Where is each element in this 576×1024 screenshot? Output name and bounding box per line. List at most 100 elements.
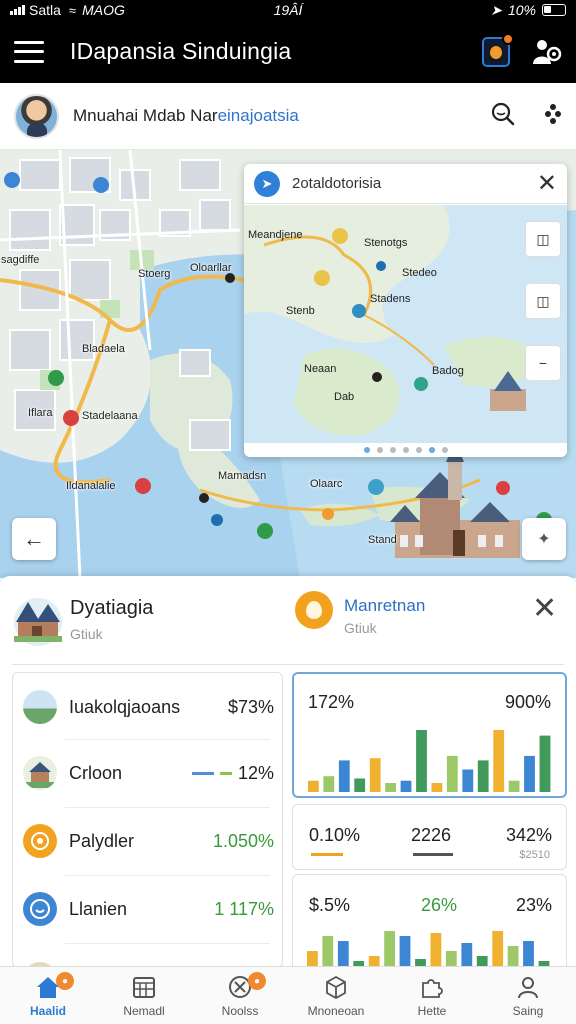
bar-chart — [307, 931, 550, 971]
stat-value: 342% — [505, 825, 552, 845]
more-options-icon[interactable] — [544, 103, 562, 130]
map-popup-header: ➤ 2otaldotorisia ✕ — [244, 164, 567, 204]
location-list: Iuakolqjaoans $73% Crloon 12% Palydler 1… — [12, 672, 283, 968]
pagination-dots[interactable] — [244, 447, 567, 453]
nav-label: Mnoneoan — [307, 1004, 365, 1018]
map-popup-card[interactable]: ➤ 2otaldotorisia ✕ Meandjene Stenotgs St… — [244, 164, 567, 457]
nav-badge: ● — [248, 972, 266, 990]
list-item[interactable]: Palydler 1.050% — [13, 807, 282, 875]
compass-icon: ➤ — [254, 170, 280, 197]
wallet-badge — [502, 32, 514, 45]
chart-bar — [431, 783, 443, 792]
minus-button[interactable]: − — [525, 345, 561, 381]
chart-bar — [354, 778, 366, 792]
page-dot[interactable] — [363, 447, 370, 453]
row-divider — [65, 943, 270, 944]
list-item-label: Palydler — [69, 830, 135, 851]
nav-label: Nemadl — [123, 1004, 165, 1018]
list-item-partial[interactable] — [13, 945, 282, 967]
page-dot[interactable] — [376, 447, 383, 453]
map-label: Ildanalalie — [66, 480, 116, 492]
wallet-icon[interactable] — [482, 32, 514, 67]
page-dot[interactable] — [415, 447, 422, 453]
battery-icon — [542, 4, 566, 16]
mini-map-label: Dab — [334, 391, 355, 403]
location-arrow-icon: ➤ — [490, 1, 502, 18]
stat-value: 900% — [504, 692, 551, 712]
nav-home[interactable]: ● Haalid — [0, 967, 96, 1024]
search-icon[interactable] — [490, 101, 516, 132]
chart-bar — [400, 780, 412, 792]
list-item-value: 12% — [191, 763, 274, 784]
nav-tools[interactable]: ● Noolss — [192, 967, 288, 1024]
battery-percent: 10% — [507, 2, 536, 18]
nav-profile[interactable]: Saing — [480, 967, 576, 1024]
mini-map-label: Neaan — [304, 363, 337, 375]
avatar[interactable] — [14, 93, 59, 139]
puzzle-icon — [418, 974, 446, 1000]
menu-icon[interactable] — [14, 40, 44, 63]
list-item[interactable]: Iuakolqjaoans $73% — [13, 673, 282, 741]
chart-bar — [477, 760, 489, 792]
nav-label: Hette — [417, 1004, 447, 1018]
mini-map-label: Stenb — [286, 305, 315, 317]
stat-value: 172% — [308, 692, 355, 712]
chart-bar — [416, 730, 427, 792]
page-dot[interactable] — [402, 447, 409, 453]
blue-circle-icon — [23, 892, 57, 926]
nav-box[interactable]: Mnoneoan — [288, 967, 384, 1024]
profile-actions — [490, 101, 562, 132]
map-popup-title: 2otaldotorisia — [292, 175, 382, 192]
carrier-label: Satla — [29, 2, 61, 18]
list-item-value: 1.050% — [212, 830, 274, 851]
mini-map[interactable]: Meandjene Stenotgs Stedeo Stadens Stenb … — [244, 205, 567, 443]
page-dot[interactable] — [428, 447, 435, 453]
chart-bar — [446, 755, 458, 792]
list-item[interactable]: Crloon 12% — [13, 739, 282, 807]
list-item-value: $73% — [227, 696, 274, 717]
divider — [12, 664, 564, 665]
profile-name-main: Mnuahai Mdab Nar — [73, 106, 218, 125]
close-icon[interactable]: ✕ — [537, 171, 557, 196]
tools-icon: ● — [226, 972, 266, 1000]
chart-bar — [493, 730, 505, 792]
chart-bar — [338, 760, 350, 792]
list-item-value: 1 117% — [214, 898, 274, 919]
app-bar: IDapansia Sinduingia — [0, 20, 576, 83]
map-label: Isagdiffe — [0, 254, 40, 266]
stat-underline — [413, 853, 453, 856]
nav-badge: ● — [56, 972, 74, 990]
stat-card-summary[interactable]: 0.10% 2226 342% $2510 — [292, 804, 567, 870]
wifi-icon: ≈ — [68, 2, 77, 18]
house-icon — [23, 756, 57, 790]
chart-bar — [508, 780, 520, 792]
nav-calendar[interactable]: Nemadl — [96, 967, 192, 1024]
nav-puzzle[interactable]: Hette — [384, 967, 480, 1024]
back-arrow-icon[interactable]: ← — [12, 518, 56, 560]
manager-icon — [295, 591, 333, 629]
map-view[interactable]: Isagdiffe Stoerg Oloarllar Bladaela Ifla… — [0, 150, 576, 578]
status-bar: Satla ≈ MAOG 19ÂÍ ➤ 10% — [0, 0, 576, 20]
page-dot[interactable] — [441, 447, 448, 453]
list-item[interactable]: Llanien 1 117% — [13, 875, 282, 943]
nav-label: Haalid — [29, 1004, 66, 1018]
split-view-button[interactable]: ◫ — [525, 283, 561, 319]
place-thumbnail[interactable] — [12, 594, 64, 646]
stat-card-breakdown[interactable]: $.5% 26% 23% — [292, 874, 567, 974]
page-dot[interactable] — [389, 447, 396, 453]
account-settings-icon[interactable] — [530, 36, 562, 68]
mini-map-label: Stadens — [370, 293, 411, 305]
manager-name[interactable]: Manretnan — [344, 596, 425, 616]
chart-bar — [385, 783, 396, 792]
network-label: MAOG — [82, 2, 125, 18]
mini-map-label: Stedeo — [402, 267, 437, 279]
close-icon[interactable]: ✕ — [532, 594, 557, 624]
recenter-icon[interactable]: ✦ — [522, 518, 566, 560]
chart-bar — [524, 755, 535, 792]
map-label: Stand — [368, 534, 397, 546]
nav-label: Saing — [512, 1004, 544, 1018]
stat-card-chart[interactable]: 172% 900% — [292, 672, 567, 798]
manager-subtitle: Gtiuk — [344, 620, 377, 636]
layers-button[interactable]: ◫ — [525, 221, 561, 257]
chart-bar — [308, 780, 319, 792]
